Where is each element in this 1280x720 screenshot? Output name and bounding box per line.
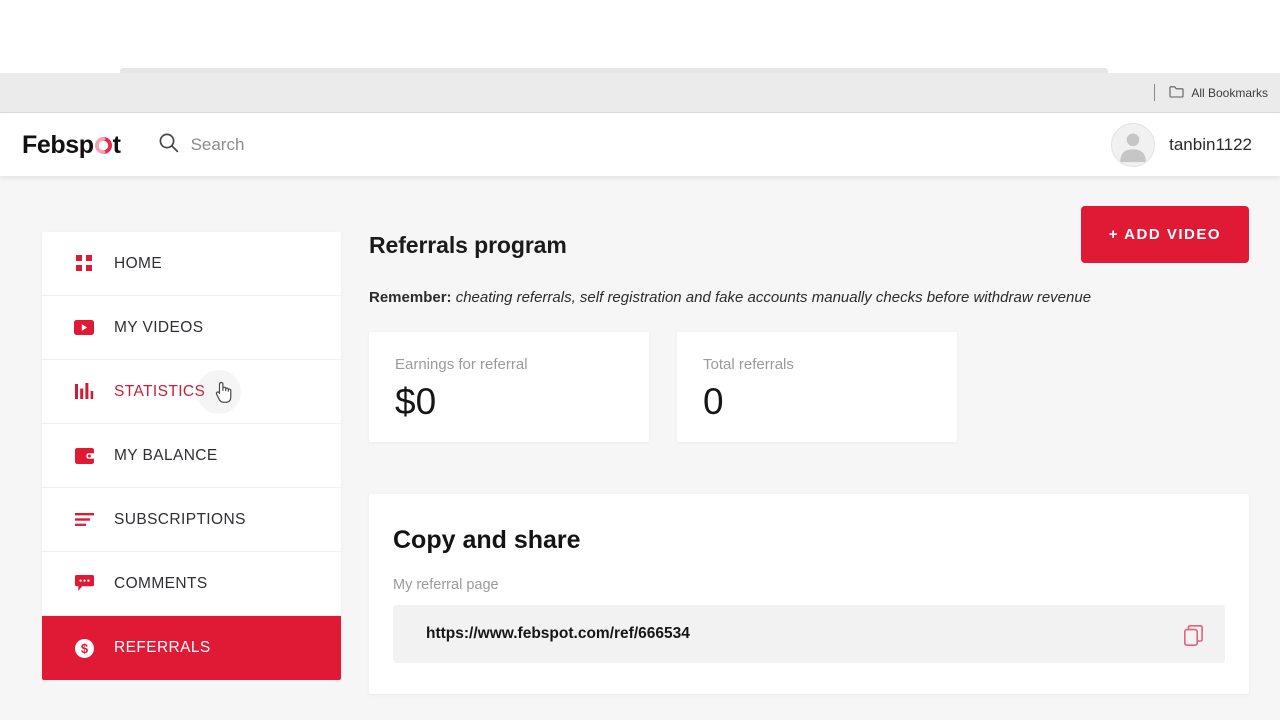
avatar[interactable] bbox=[1111, 123, 1156, 167]
stats-row: Earnings for referral $0 Total referrals… bbox=[369, 331, 1249, 442]
sidebar-item-label: SUBSCRIPTIONS bbox=[114, 510, 246, 528]
stat-value: $0 bbox=[395, 380, 437, 422]
stat-card-earnings: Earnings for referral $0 bbox=[369, 331, 649, 442]
dollar-circle-icon: $ bbox=[73, 638, 95, 658]
remember-notice: Remember: cheating referrals, self regis… bbox=[369, 288, 1249, 308]
referral-url-field[interactable]: https://www.febspot.com/ref/666534 bbox=[393, 604, 1225, 663]
bar-chart-icon bbox=[73, 383, 95, 400]
sidebar-item-my-videos[interactable]: MY VIDEOS bbox=[42, 296, 341, 360]
remember-prefix: Remember: bbox=[369, 289, 452, 306]
sidebar-item-home[interactable]: HOME bbox=[42, 232, 341, 296]
sidebar-item-referrals[interactable]: $ REFERRALS bbox=[42, 616, 341, 680]
page-body: HOME MY VIDEOS STATISTICS MY BALANCE SUB… bbox=[0, 176, 1280, 720]
referral-page-label: My referral page bbox=[393, 576, 499, 593]
username-label: tanbin1122 bbox=[1169, 135, 1252, 154]
search-box[interactable] bbox=[158, 132, 421, 158]
copy-and-share-title: Copy and share bbox=[393, 525, 581, 554]
site-header: Febsp t tanbin1122 bbox=[0, 114, 1280, 176]
comment-bubble-icon bbox=[73, 575, 95, 592]
all-bookmarks-label: All Bookmarks bbox=[1191, 85, 1268, 100]
all-bookmarks-button[interactable]: All Bookmarks bbox=[1169, 85, 1268, 101]
search-icon bbox=[158, 132, 179, 158]
logo-text-after: t bbox=[112, 130, 121, 159]
sidebar-nav: HOME MY VIDEOS STATISTICS MY BALANCE SUB… bbox=[42, 232, 341, 680]
febspot-swirl-o-icon bbox=[94, 136, 112, 154]
sidebar-item-subscriptions[interactable]: SUBSCRIPTIONS bbox=[42, 488, 341, 552]
stat-value: 0 bbox=[703, 380, 724, 422]
febspot-logo[interactable]: Febsp t bbox=[22, 131, 121, 160]
search-input[interactable] bbox=[190, 135, 421, 155]
sidebar-item-statistics[interactable]: STATISTICS bbox=[42, 360, 341, 424]
main-content: Referrals program + ADD VIDEO Remember: … bbox=[369, 206, 1249, 694]
svg-text:$: $ bbox=[80, 641, 88, 656]
folder-icon bbox=[1169, 85, 1184, 101]
stat-label: Total referrals bbox=[703, 355, 794, 373]
mouse-cursor-pointer bbox=[214, 380, 234, 410]
sidebar-item-label: MY BALANCE bbox=[114, 446, 218, 464]
sidebar-item-label: COMMENTS bbox=[114, 574, 208, 592]
sidebar-item-label: HOME bbox=[114, 254, 163, 272]
stat-card-total-referrals: Total referrals 0 bbox=[677, 331, 957, 442]
sidebar-item-label: STATISTICS bbox=[114, 382, 206, 400]
sidebar-item-label: REFERRALS bbox=[114, 639, 211, 656]
browser-bookmarks-bar: All Bookmarks bbox=[0, 73, 1280, 113]
bookmarks-divider bbox=[1154, 84, 1156, 101]
copy-and-share-card: Copy and share My referral page https://… bbox=[369, 493, 1249, 694]
user-menu[interactable]: tanbin1122 bbox=[1111, 123, 1252, 167]
copy-icon[interactable] bbox=[1184, 624, 1203, 651]
stat-label: Earnings for referral bbox=[395, 355, 528, 373]
sidebar-item-comments[interactable]: COMMENTS bbox=[42, 552, 341, 616]
page-title: Referrals program bbox=[369, 232, 567, 258]
list-lines-icon bbox=[73, 512, 95, 527]
browser-viewport-top-blank bbox=[0, 0, 1280, 72]
sidebar-item-label: MY VIDEOS bbox=[114, 318, 204, 336]
logo-text-before: Febsp bbox=[22, 130, 94, 159]
sidebar-item-my-balance[interactable]: MY BALANCE bbox=[42, 424, 341, 488]
video-play-icon bbox=[73, 320, 95, 335]
main-header-row: Referrals program + ADD VIDEO bbox=[369, 206, 1249, 263]
add-video-button[interactable]: + ADD VIDEO bbox=[1080, 206, 1249, 263]
grid-dots-icon bbox=[73, 255, 95, 272]
referral-url-value: https://www.febspot.com/ref/666534 bbox=[426, 624, 690, 642]
remember-text: cheating referrals, self registration an… bbox=[455, 289, 1092, 306]
wallet-icon bbox=[73, 447, 95, 464]
